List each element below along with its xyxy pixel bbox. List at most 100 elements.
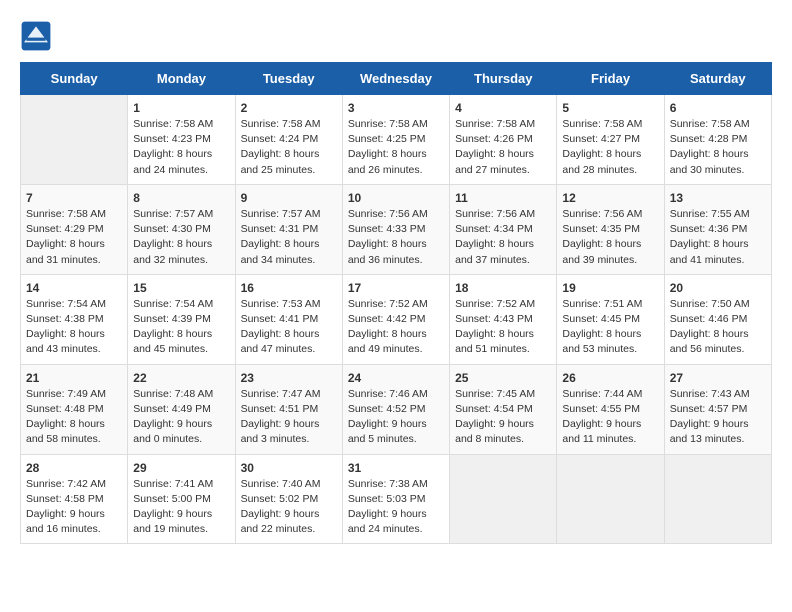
day-info: Sunrise: 7:40 AM Sunset: 5:02 PM Dayligh…	[241, 477, 337, 538]
sunset-text: Sunset: 4:26 PM	[455, 133, 533, 145]
weekday-header-sunday: Sunday	[21, 63, 128, 95]
sunset-text: Sunset: 5:03 PM	[348, 493, 426, 505]
calendar-cell	[450, 454, 557, 544]
calendar-cell: 8 Sunrise: 7:57 AM Sunset: 4:30 PM Dayli…	[128, 184, 235, 274]
day-info: Sunrise: 7:58 AM Sunset: 4:26 PM Dayligh…	[455, 117, 551, 178]
day-number: 10	[348, 191, 444, 205]
sunset-text: Sunset: 4:57 PM	[670, 403, 748, 415]
calendar-cell: 13 Sunrise: 7:55 AM Sunset: 4:36 PM Dayl…	[664, 184, 771, 274]
day-number: 3	[348, 101, 444, 115]
day-info: Sunrise: 7:45 AM Sunset: 4:54 PM Dayligh…	[455, 387, 551, 448]
day-number: 9	[241, 191, 337, 205]
day-info: Sunrise: 7:58 AM Sunset: 4:27 PM Dayligh…	[562, 117, 658, 178]
calendar-cell: 27 Sunrise: 7:43 AM Sunset: 4:57 PM Dayl…	[664, 364, 771, 454]
day-info: Sunrise: 7:49 AM Sunset: 4:48 PM Dayligh…	[26, 387, 122, 448]
calendar-cell: 26 Sunrise: 7:44 AM Sunset: 4:55 PM Dayl…	[557, 364, 664, 454]
sunset-text: Sunset: 4:54 PM	[455, 403, 533, 415]
sunset-text: Sunset: 5:02 PM	[241, 493, 319, 505]
calendar-cell: 20 Sunrise: 7:50 AM Sunset: 4:46 PM Dayl…	[664, 274, 771, 364]
daylight-text: Daylight: 9 hours and 3 minutes.	[241, 418, 320, 445]
day-info: Sunrise: 7:58 AM Sunset: 4:25 PM Dayligh…	[348, 117, 444, 178]
sunset-text: Sunset: 4:28 PM	[670, 133, 748, 145]
sunrise-text: Sunrise: 7:52 AM	[455, 298, 535, 310]
daylight-text: Daylight: 8 hours and 26 minutes.	[348, 148, 427, 175]
calendar-week-1: 1 Sunrise: 7:58 AM Sunset: 4:23 PM Dayli…	[21, 95, 772, 185]
sunset-text: Sunset: 4:24 PM	[241, 133, 319, 145]
sunrise-text: Sunrise: 7:38 AM	[348, 478, 428, 490]
sunrise-text: Sunrise: 7:44 AM	[562, 388, 642, 400]
sunrise-text: Sunrise: 7:57 AM	[133, 208, 213, 220]
day-info: Sunrise: 7:56 AM Sunset: 4:34 PM Dayligh…	[455, 207, 551, 268]
day-number: 23	[241, 371, 337, 385]
daylight-text: Daylight: 8 hours and 32 minutes.	[133, 238, 212, 265]
day-number: 6	[670, 101, 766, 115]
day-info: Sunrise: 7:38 AM Sunset: 5:03 PM Dayligh…	[348, 477, 444, 538]
calendar-cell: 3 Sunrise: 7:58 AM Sunset: 4:25 PM Dayli…	[342, 95, 449, 185]
calendar-body: 1 Sunrise: 7:58 AM Sunset: 4:23 PM Dayli…	[21, 95, 772, 544]
weekday-header-row: SundayMondayTuesdayWednesdayThursdayFrid…	[21, 63, 772, 95]
sunrise-text: Sunrise: 7:57 AM	[241, 208, 321, 220]
sunset-text: Sunset: 4:25 PM	[348, 133, 426, 145]
sunset-text: Sunset: 4:49 PM	[133, 403, 211, 415]
calendar-cell: 7 Sunrise: 7:58 AM Sunset: 4:29 PM Dayli…	[21, 184, 128, 274]
calendar-cell: 30 Sunrise: 7:40 AM Sunset: 5:02 PM Dayl…	[235, 454, 342, 544]
calendar-week-4: 21 Sunrise: 7:49 AM Sunset: 4:48 PM Dayl…	[21, 364, 772, 454]
sunrise-text: Sunrise: 7:41 AM	[133, 478, 213, 490]
calendar-table: SundayMondayTuesdayWednesdayThursdayFrid…	[20, 62, 772, 544]
sunrise-text: Sunrise: 7:49 AM	[26, 388, 106, 400]
calendar-cell: 2 Sunrise: 7:58 AM Sunset: 4:24 PM Dayli…	[235, 95, 342, 185]
day-info: Sunrise: 7:48 AM Sunset: 4:49 PM Dayligh…	[133, 387, 229, 448]
calendar-cell: 23 Sunrise: 7:47 AM Sunset: 4:51 PM Dayl…	[235, 364, 342, 454]
day-number: 5	[562, 101, 658, 115]
sunset-text: Sunset: 4:51 PM	[241, 403, 319, 415]
day-number: 22	[133, 371, 229, 385]
sunrise-text: Sunrise: 7:58 AM	[348, 118, 428, 130]
day-info: Sunrise: 7:54 AM Sunset: 4:38 PM Dayligh…	[26, 297, 122, 358]
day-number: 2	[241, 101, 337, 115]
calendar-cell: 10 Sunrise: 7:56 AM Sunset: 4:33 PM Dayl…	[342, 184, 449, 274]
day-info: Sunrise: 7:52 AM Sunset: 4:43 PM Dayligh…	[455, 297, 551, 358]
day-number: 16	[241, 281, 337, 295]
day-info: Sunrise: 7:55 AM Sunset: 4:36 PM Dayligh…	[670, 207, 766, 268]
daylight-text: Daylight: 9 hours and 11 minutes.	[562, 418, 641, 445]
sunrise-text: Sunrise: 7:58 AM	[455, 118, 535, 130]
daylight-text: Daylight: 8 hours and 36 minutes.	[348, 238, 427, 265]
day-number: 12	[562, 191, 658, 205]
calendar-header: SundayMondayTuesdayWednesdayThursdayFrid…	[21, 63, 772, 95]
day-number: 25	[455, 371, 551, 385]
day-number: 17	[348, 281, 444, 295]
sunset-text: Sunset: 4:34 PM	[455, 223, 533, 235]
calendar-cell: 9 Sunrise: 7:57 AM Sunset: 4:31 PM Dayli…	[235, 184, 342, 274]
daylight-text: Daylight: 9 hours and 13 minutes.	[670, 418, 749, 445]
sunset-text: Sunset: 4:29 PM	[26, 223, 104, 235]
calendar-cell: 22 Sunrise: 7:48 AM Sunset: 4:49 PM Dayl…	[128, 364, 235, 454]
calendar-cell: 16 Sunrise: 7:53 AM Sunset: 4:41 PM Dayl…	[235, 274, 342, 364]
day-info: Sunrise: 7:47 AM Sunset: 4:51 PM Dayligh…	[241, 387, 337, 448]
sunrise-text: Sunrise: 7:52 AM	[348, 298, 428, 310]
daylight-text: Daylight: 8 hours and 58 minutes.	[26, 418, 105, 445]
day-number: 13	[670, 191, 766, 205]
sunset-text: Sunset: 4:23 PM	[133, 133, 211, 145]
daylight-text: Daylight: 8 hours and 45 minutes.	[133, 328, 212, 355]
sunrise-text: Sunrise: 7:58 AM	[133, 118, 213, 130]
sunrise-text: Sunrise: 7:51 AM	[562, 298, 642, 310]
sunset-text: Sunset: 4:36 PM	[670, 223, 748, 235]
sunset-text: Sunset: 4:33 PM	[348, 223, 426, 235]
day-info: Sunrise: 7:46 AM Sunset: 4:52 PM Dayligh…	[348, 387, 444, 448]
day-info: Sunrise: 7:50 AM Sunset: 4:46 PM Dayligh…	[670, 297, 766, 358]
day-info: Sunrise: 7:56 AM Sunset: 4:35 PM Dayligh…	[562, 207, 658, 268]
sunrise-text: Sunrise: 7:56 AM	[455, 208, 535, 220]
day-number: 18	[455, 281, 551, 295]
day-info: Sunrise: 7:58 AM Sunset: 4:23 PM Dayligh…	[133, 117, 229, 178]
daylight-text: Daylight: 8 hours and 37 minutes.	[455, 238, 534, 265]
daylight-text: Daylight: 9 hours and 8 minutes.	[455, 418, 534, 445]
logo-icon	[20, 20, 52, 52]
daylight-text: Daylight: 9 hours and 16 minutes.	[26, 508, 105, 535]
calendar-cell	[21, 95, 128, 185]
weekday-header-tuesday: Tuesday	[235, 63, 342, 95]
calendar-week-2: 7 Sunrise: 7:58 AM Sunset: 4:29 PM Dayli…	[21, 184, 772, 274]
calendar-cell: 18 Sunrise: 7:52 AM Sunset: 4:43 PM Dayl…	[450, 274, 557, 364]
day-number: 4	[455, 101, 551, 115]
calendar-cell: 28 Sunrise: 7:42 AM Sunset: 4:58 PM Dayl…	[21, 454, 128, 544]
sunrise-text: Sunrise: 7:42 AM	[26, 478, 106, 490]
